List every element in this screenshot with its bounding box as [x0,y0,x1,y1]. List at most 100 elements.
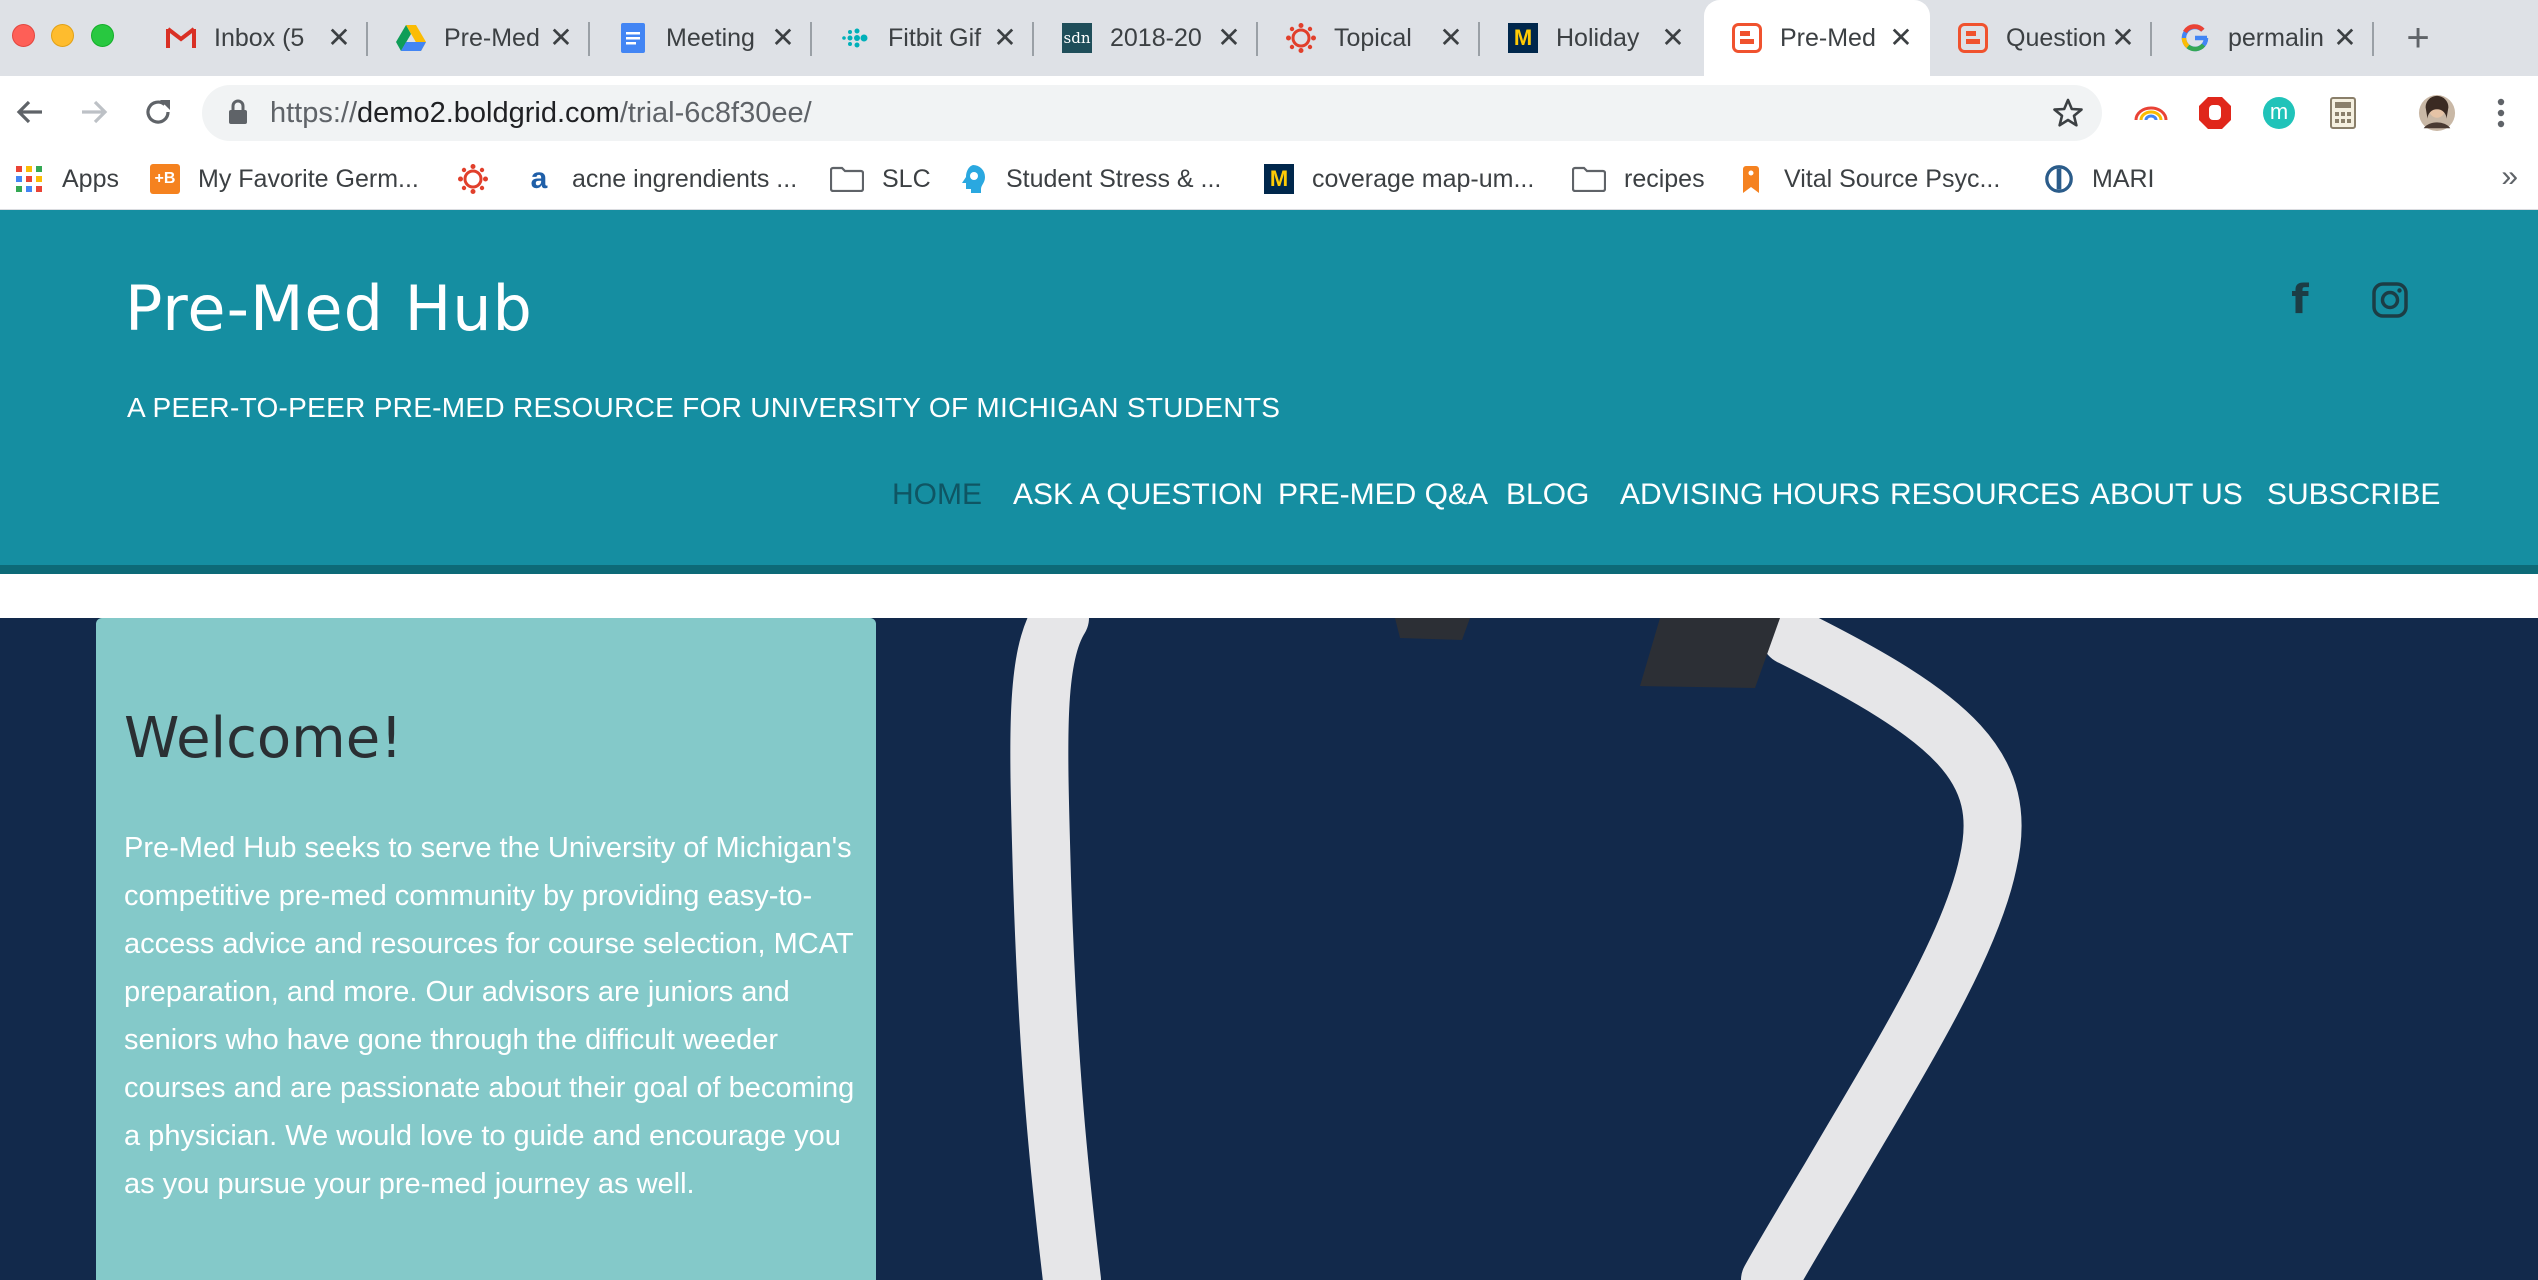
new-tab-button[interactable]: + [2398,18,2438,58]
browser-menu-icon[interactable] [2482,94,2520,132]
bookmark-apps[interactable]: Apps [14,160,119,198]
browser-tab[interactable]: Inbox (5 ✕ [138,0,368,76]
browser-tab[interactable]: M Holiday ✕ [1480,0,1702,76]
browser-tab[interactable]: sdn 2018-20 ✕ [1034,0,1258,76]
close-tab-icon[interactable]: ✕ [990,23,1020,53]
gmail-icon [166,23,196,53]
nav-pre-med-qa[interactable]: PRE-MED Q&A [1278,478,1488,512]
nav-home[interactable]: HOME [892,478,982,512]
google-docs-icon [618,23,648,53]
tab-title: Fitbit Gif [888,23,982,52]
google-icon [2180,23,2210,53]
welcome-text: Pre-Med Hub seeks to serve the Universit… [124,832,855,1200]
browser-tab[interactable]: permalin ✕ [2152,0,2374,76]
instagram-icon[interactable] [2368,278,2412,322]
address-bar[interactable]: https://demo2.boldgrid.com/trial-6c8f30e… [202,85,2102,141]
canvas-icon [458,164,488,194]
rainbow-extension-icon[interactable] [2132,94,2170,132]
fitbit-icon [840,23,870,53]
tab-title: 2018-20 [1110,23,1202,52]
forward-button[interactable] [72,90,116,134]
bookmark-student-stress[interactable]: Student Stress & ... [958,160,1221,198]
bookmark-acne[interactable]: a acne ingrendients ... [524,160,798,198]
site-header: Pre-Med Hub A PEER-TO-PEER PRE-MED RESOU… [0,210,2538,565]
profile-avatar[interactable] [2418,94,2456,132]
nav-subscribe[interactable]: SUBSCRIBE [2267,478,2440,512]
reload-button[interactable] [136,90,180,134]
main-navigation: HOME ASK A QUESTION PRE-MED Q&A BLOG ADV… [0,478,2538,528]
url-text: https://demo2.boldgrid.com/trial-6c8f30e… [270,97,812,129]
window-minimize-button[interactable] [51,24,74,47]
mari-icon [2044,164,2074,194]
welcome-card: Welcome! Pre-Med Hub seeks to serve the … [96,618,876,1280]
hero-section: Welcome! Pre-Med Hub seeks to serve the … [0,618,2538,1280]
close-tab-icon[interactable]: ✕ [546,23,576,53]
bookmarks-bar: Apps +B My Favorite Germ... a acne ingre… [0,148,2538,210]
bookmark-vital-source[interactable]: Vital Source Psyc... [1736,160,2000,198]
tab-title: permalin [2228,23,2324,52]
bookmark-recipes[interactable]: recipes [1572,160,1705,198]
browser-tab[interactable]: Meeting ✕ [590,0,812,76]
adblock-icon[interactable] [2196,94,2234,132]
close-tab-icon[interactable]: ✕ [1886,23,1916,53]
nav-about-us[interactable]: ABOUT US [2090,478,2243,512]
facebook-icon[interactable]: f [2278,278,2322,322]
tab-strip: Inbox (5 ✕ Pre-Med ✕ Meeting ✕ Fitbit Gi… [0,0,2538,76]
welcome-heading: Welcome! [124,706,403,771]
window-zoom-button[interactable] [91,24,114,47]
browser-tab[interactable]: Question ✕ [1930,0,2152,76]
nav-advising-hours[interactable]: ADVISING HOURS [1620,478,1880,512]
close-tab-icon[interactable]: ✕ [1658,23,1688,53]
close-tab-icon[interactable]: ✕ [324,23,354,53]
boldgrid-icon [1732,23,1762,53]
amazon-icon: a [530,162,548,195]
m-extension-icon[interactable]: m [2260,94,2298,132]
header-divider [0,565,2538,574]
window-close-button[interactable] [12,24,35,47]
umich-icon: M [1264,164,1294,194]
tab-title: Topical [1334,23,1412,52]
bookmark-canvas[interactable] [458,160,506,198]
bookmark-my-favorite[interactable]: +B My Favorite Germ... [150,160,419,198]
lock-icon[interactable] [228,99,248,130]
browser-tab[interactable]: Fitbit Gif ✕ [812,0,1034,76]
close-tab-icon[interactable]: ✕ [1214,23,1244,53]
folder-icon [1572,164,1606,194]
tab-title: Holiday [1556,23,1640,52]
browser-tab[interactable]: Topical ✕ [1258,0,1480,76]
tab-title: Inbox (5 [214,23,305,52]
bookmark-mari[interactable]: MARI [2044,160,2155,198]
bookmark-coverage-map[interactable]: M coverage map-um... [1264,160,1534,198]
sdn-icon: sdn [1062,23,1092,53]
brain-icon [958,164,988,194]
nav-ask-a-question[interactable]: ASK A QUESTION [1013,478,1263,512]
close-tab-icon[interactable]: ✕ [1436,23,1466,53]
browser-tab[interactable]: Pre-Med ✕ [368,0,590,76]
tab-title: Meeting [666,23,755,52]
browser-toolbar: https://demo2.boldgrid.com/trial-6c8f30e… [0,76,2538,148]
nav-blog[interactable]: BLOG [1506,478,1589,512]
boldgrid-icon [1958,23,1988,53]
umich-icon: M [1508,23,1538,53]
calculator-extension-icon[interactable] [2324,94,2362,132]
close-tab-icon[interactable]: ✕ [2330,23,2360,53]
tab-title: Question [2006,23,2107,52]
browser-tab-active[interactable]: Pre-Med ✕ [1704,0,1930,76]
bookmark-tag-icon [1736,164,1766,194]
apps-grid-icon [14,164,44,194]
site-title[interactable]: Pre-Med Hub [125,272,533,345]
bookmark-star-icon[interactable] [2052,97,2084,134]
close-tab-icon[interactable]: ✕ [2108,23,2138,53]
google-drive-icon [396,23,426,53]
close-tab-icon[interactable]: ✕ [768,23,798,53]
tab-title: Pre-Med [1780,23,1876,52]
nav-resources[interactable]: RESOURCES [1890,478,2080,512]
bookmark-slc[interactable]: SLC [830,160,931,198]
back-button[interactable] [8,90,52,134]
plus-b-icon: +B [150,164,180,194]
tab-title: Pre-Med [444,23,540,52]
folder-icon [830,164,864,194]
bookmarks-overflow-button[interactable]: » [2501,160,2518,194]
site-tagline: A PEER-TO-PEER PRE-MED RESOURCE FOR UNIV… [127,392,1281,423]
canvas-icon [1286,23,1316,53]
